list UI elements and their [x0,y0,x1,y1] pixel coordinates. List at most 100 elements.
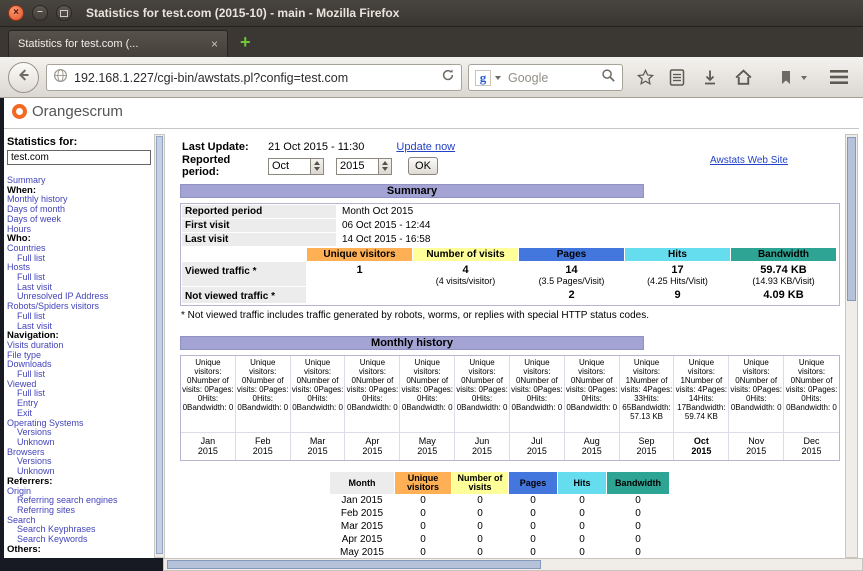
year-spinner-icon[interactable] [378,158,391,174]
monthly-chart-month-label: Mar 2015 [290,432,345,460]
vertical-scrollbar-thumb[interactable] [847,137,856,301]
monthly-chart-month-label: Oct 2015 [674,432,729,460]
summary-info-row: Reported period Month Oct 2015 [182,205,838,218]
monthly-table-cell: 0 [477,547,483,558]
not-viewed-traffic-value: 4.09 KB [763,289,804,301]
ok-button[interactable]: OK [408,157,438,175]
sidebar-scrollbar[interactable] [154,134,165,558]
monthly-table-row: Mar 2015 0 0 0 0 0 [330,521,844,533]
tab-close-icon[interactable]: × [205,37,218,51]
monthly-table-cell: 0 [579,534,585,545]
metric-header: Hits [625,248,730,261]
monthly-table-cell: 0 [579,547,585,558]
horizontal-scrollbar[interactable] [163,558,863,571]
downloads-icon[interactable] [702,68,718,87]
update-now-link[interactable]: Update now [396,141,455,153]
monthly-history-table: Month Unique visitors Number of visits Page… [330,472,844,558]
metric-header: Unique visitors [307,248,412,261]
summary-info-rows: Reported period Month Oct 2015 First visit… [182,205,838,246]
monthly-table-cell: 0 [635,547,641,558]
search-engine-caret-icon[interactable] [495,75,501,80]
year-select[interactable]: 2015 [336,157,392,175]
monthly-chart-month-label: Jul 2015 [509,432,564,460]
monthly-table-cell: 0 [579,508,585,519]
not-viewed-traffic-cell: 9 [625,287,730,303]
monthly-chart-column: Unique visitors: 0Number of visits: 0Pag… [784,356,839,460]
monthly-table-header: Bandwidth [607,472,669,494]
monthly-chart-column: Unique visitors: 0Number of visits: 0Pag… [455,356,510,460]
monthly-chart-column: Unique visitors: 0Number of visits: 0Pag… [400,356,456,460]
site-name-box: test.com [7,150,151,165]
main-frame: Last Update: 21 Oct 2015 - 11:30 Update … [168,134,844,558]
monthly-table-cell: Jan 2015 [341,495,383,506]
monthly-table-row: Jan 2015 0 0 0 0 0 [330,495,844,507]
back-arrow-icon [15,66,33,89]
sidebar-menu: Summary When: Monthly history Days of month… [7,175,153,554]
monthly-chart-month-label: Aug 2015 [564,432,619,460]
month-spinner-icon[interactable] [310,158,323,174]
viewed-traffic-ratio: (4 visits/visitor) [435,276,496,286]
window-minimize-button[interactable] [32,5,48,21]
bookmark-star-icon[interactable] [636,68,655,87]
horizontal-scrollbar-thumb[interactable] [167,560,541,569]
monthly-table-cell: 0 [579,521,585,532]
tab-statistics[interactable]: Statistics for test.com (... × [8,30,228,57]
monthly-table-header: Hits [558,472,606,494]
monthly-chart-month-label: Nov 2015 [729,432,784,460]
month-select[interactable]: Oct [268,157,324,175]
monthly-chart-values: Unique visitors: 0Number of visits: 0Pag… [182,358,234,412]
new-tab-button[interactable]: + [240,32,251,52]
monthly-chart-values: Unique visitors: 0Number of visits: 0Pag… [785,358,838,412]
not-viewed-traffic-cell [413,287,518,303]
monthly-chart-month-label: Jun 2015 [455,432,509,460]
summary-table: Reported period Month Oct 2015 First visit… [180,203,840,306]
year-select-value: 2015 [340,159,365,172]
viewed-traffic-cell: 14 (3.5 Pages/Visit) [519,262,624,286]
summary-info-value: Month Oct 2015 [342,206,414,217]
viewed-traffic-value: 14 [565,264,578,276]
search-engine-icon[interactable]: g [475,69,491,86]
browser-content: Orangescrum Statistics for: test.com Sum… [0,98,863,571]
window-maximize-button[interactable] [56,5,72,21]
viewed-traffic-value: 4 [462,264,469,276]
monthly-table-cell: 0 [530,521,536,532]
window-title: Statistics for test.com (2015-10) - main… [86,6,400,20]
monthly-chart-values: Unique visitors: 0Number of visits: 0Pag… [291,358,344,412]
monthly-chart-values: Unique visitors: 0Number of visits: 0Pag… [730,358,782,412]
summary-info-row: Last visit 14 Oct 2015 - 16:58 [182,233,838,246]
bottom-left-corner [0,558,163,571]
bookmarks-menu-caret-icon[interactable] [797,76,807,80]
monthly-chart-values: Unique visitors: 0Number of visits: 0Pag… [456,358,508,412]
sidebar-scrollbar-thumb[interactable] [156,136,163,554]
url-text[interactable]: 192.168.1.227/cgi-bin/awstats.pl?config=… [74,71,441,85]
search-bar[interactable]: g Google [468,64,623,91]
url-bar[interactable]: 192.168.1.227/cgi-bin/awstats.pl?config=… [46,64,462,91]
monthly-table-cell: 0 [420,547,426,558]
monthly-table-cell: 0 [477,534,483,545]
monthly-chart-values: Unique visitors: 0Number of visits: 0Pag… [511,358,563,412]
monthly-chart-column: Unique visitors: 1Number of visits: 4Pag… [619,356,675,460]
window-close-button[interactable] [8,5,24,21]
last-update-value: 21 Oct 2015 - 11:30 [268,141,365,153]
bookmarks-menu-icon[interactable] [780,70,792,85]
month-select-value: Oct [272,159,290,172]
back-button[interactable] [8,62,39,93]
home-icon[interactable] [734,68,753,86]
monthly-table-row: Apr 2015 0 0 0 0 0 [330,534,844,546]
reload-icon[interactable] [441,68,455,87]
menu-icon[interactable] [830,70,848,84]
reading-list-icon[interactable] [669,68,685,87]
search-icon[interactable] [601,68,616,88]
summary-info-label: Last visit [182,233,336,246]
statistics-for-label: Statistics for: [7,136,78,148]
site-identity-icon[interactable] [53,68,68,88]
monthly-table-row: Feb 2015 0 0 0 0 0 [330,508,844,520]
monthly-chart-month-label: Jan 2015 [181,432,235,460]
monthly-chart-values: Unique visitors: 1Number of visits: 4Pag… [675,358,728,421]
monthly-table-cell: 0 [635,495,641,506]
viewed-traffic-cell: 4 (4 visits/visitor) [413,262,518,286]
summary-metric-headers: Unique visitors Number of visits Pages Hits… [182,248,838,261]
search-input[interactable]: Google [508,71,601,85]
vertical-scrollbar[interactable] [845,134,858,558]
awstats-website-link[interactable]: Awstats Web Site [710,155,788,166]
